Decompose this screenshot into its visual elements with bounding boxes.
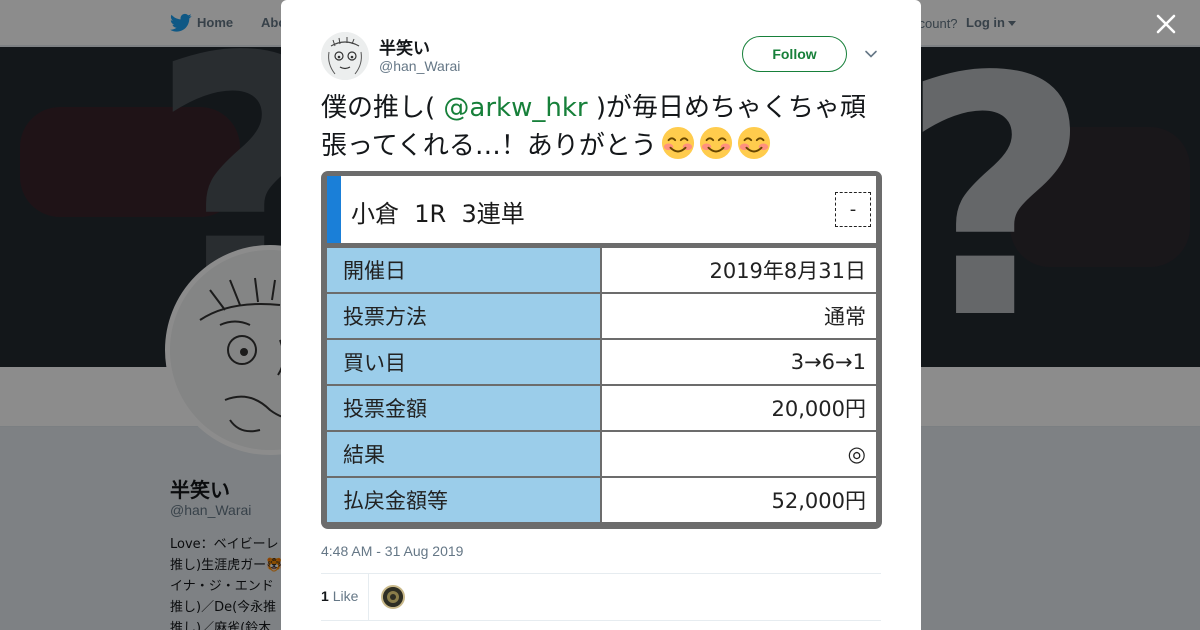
row-label: 開催日 [327, 248, 600, 292]
row-value: ◎ [602, 432, 876, 476]
bet-ticket-mark: - [835, 192, 871, 227]
liker-avatar-icon [383, 587, 403, 607]
row-label: 投票金額 [327, 386, 600, 430]
row-value: 52,000円 [602, 478, 876, 522]
chevron-down-icon[interactable] [864, 47, 878, 61]
smiling-face-icon [737, 126, 770, 160]
bet-ticket-image[interactable]: 小倉 1R 3連単 - 開催日 2019年8月31日 投票方法 通常 買い目 3… [321, 171, 882, 529]
author-handle[interactable]: @han_Warai [379, 58, 460, 74]
smiling-face-icon [699, 126, 732, 160]
like-count-number: 1 [321, 588, 329, 604]
row-label: 買い目 [327, 340, 600, 384]
follow-button[interactable]: Follow [742, 36, 847, 72]
mention-link[interactable]: @arkw_hkr [443, 93, 587, 123]
divider [368, 574, 369, 620]
table-row: 開催日 2019年8月31日 [327, 248, 876, 292]
tweet-text: 僕の推し( @arkw_hkr )が毎日めちゃくちゃ頑張ってくれる…！ありがとう [321, 90, 881, 164]
divider [321, 620, 881, 621]
table-row: 投票金額 20,000円 [327, 386, 876, 430]
sketch-face-avatar-icon [321, 32, 369, 80]
row-label: 投票方法 [327, 294, 600, 338]
bet-ticket-title: 小倉 1R 3連単 [351, 200, 525, 228]
tweet-timestamp[interactable]: 4:48 AM - 31 Aug 2019 [321, 543, 463, 559]
row-value: 2019年8月31日 [602, 248, 876, 292]
table-row: 投票方法 通常 [327, 294, 876, 338]
row-label: 払戻金額等 [327, 478, 600, 522]
row-value: 通常 [602, 294, 876, 338]
bet-ticket-header: 小倉 1R 3連単 - [327, 176, 876, 243]
table-row: 払戻金額等 52,000円 [327, 478, 876, 522]
like-count-label: Like [332, 588, 359, 604]
row-value: 20,000円 [602, 386, 876, 430]
bet-ticket-table: 開催日 2019年8月31日 投票方法 通常 買い目 3→6→1 投票金額 20… [327, 248, 876, 524]
divider [321, 573, 881, 574]
tweet-modal: 半笑い @han_Warai Follow 僕の推し( @arkw_hkr )が… [281, 0, 921, 630]
table-row: 結果 ◎ [327, 432, 876, 476]
row-value: 3→6→1 [602, 340, 876, 384]
author-name[interactable]: 半笑い [379, 34, 430, 59]
liker-avatar[interactable] [381, 585, 405, 609]
like-count[interactable]: 1 Like [321, 588, 358, 604]
author-avatar[interactable] [321, 32, 369, 80]
tweet-text-part: 僕の推し( [321, 93, 444, 123]
close-icon[interactable] [1152, 10, 1180, 38]
row-label: 結果 [327, 432, 600, 476]
table-row: 買い目 3→6→1 [327, 340, 876, 384]
header-accent-bar [327, 176, 341, 243]
smiling-face-icon [661, 126, 694, 160]
